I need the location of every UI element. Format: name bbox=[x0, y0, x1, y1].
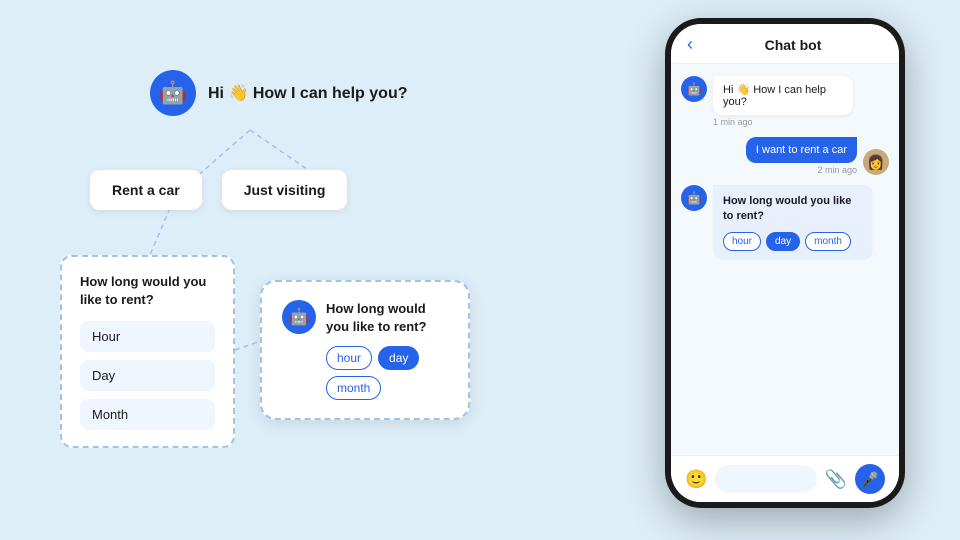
rent-option-month[interactable]: Month bbox=[80, 399, 215, 430]
emoji-button[interactable]: 🙂 bbox=[685, 469, 707, 490]
user-avatar: 👩 bbox=[863, 149, 889, 175]
diagram-area: 🤖 Hi 👋 How I can help you? Rent a car Ju… bbox=[30, 40, 460, 500]
rent-card-title: How long would you like to rent? bbox=[80, 273, 215, 309]
phone-pill-month[interactable]: month bbox=[805, 232, 851, 251]
attachment-button[interactable]: 📎 bbox=[825, 469, 847, 490]
back-button[interactable]: ‹ bbox=[687, 34, 693, 55]
greeting-bubble: 🤖 Hi 👋 How I can help you? bbox=[150, 70, 408, 116]
bot-message-1-content: Hi 👋 How I can help you? 1 min ago bbox=[713, 76, 853, 127]
rent-card: How long would you like to rent? Hour Da… bbox=[60, 255, 235, 448]
phone-pill-day[interactable]: day bbox=[766, 232, 800, 251]
greeting-text: Hi 👋 How I can help you? bbox=[208, 83, 408, 103]
phone-header: ‹ Chat bot bbox=[671, 24, 899, 64]
float-card-content: How long would you like to rent? hour da… bbox=[326, 300, 448, 400]
bot-avatar-1: 🤖 bbox=[681, 76, 707, 102]
float-pill-month[interactable]: month bbox=[326, 376, 381, 400]
user-time-1: 2 min ago bbox=[746, 165, 857, 175]
option-rent[interactable]: Rent a car bbox=[90, 170, 202, 210]
bot-icon-greeting: 🤖 bbox=[150, 70, 196, 116]
phone-messages: 🤖 Hi 👋 How I can help you? 1 min ago I w… bbox=[671, 64, 899, 455]
phone-pills-row: hour day month bbox=[723, 232, 863, 251]
bot-icon-float: 🤖 bbox=[282, 300, 316, 334]
phone-title: Chat bot bbox=[703, 37, 883, 53]
message-input[interactable] bbox=[715, 465, 816, 493]
user-message-1: I want to rent a car 2 min ago 👩 bbox=[681, 137, 889, 175]
phone-footer: 🙂 📎 🎤 bbox=[671, 455, 899, 502]
float-pill-day[interactable]: day bbox=[378, 346, 419, 370]
phone-card-title: How long would you like to rent? bbox=[723, 194, 863, 225]
bot-card-message: 🤖 How long would you like to rent? hour … bbox=[681, 185, 889, 260]
float-pill-hour[interactable]: hour bbox=[326, 346, 372, 370]
phone-inner: ‹ Chat bot 🤖 Hi 👋 How I can help you? 1 … bbox=[671, 24, 899, 502]
phone-pill-hour[interactable]: hour bbox=[723, 232, 761, 251]
user-bubble-1: I want to rent a car bbox=[746, 137, 857, 163]
float-card-title: How long would you like to rent? bbox=[326, 300, 448, 336]
bot-bubble-1: Hi 👋 How I can help you? bbox=[713, 76, 853, 115]
phone-card-body: How long would you like to rent? hour da… bbox=[713, 185, 873, 260]
rent-option-day[interactable]: Day bbox=[80, 360, 215, 391]
phone-wrapper: ‹ Chat bot 🤖 Hi 👋 How I can help you? 1 … bbox=[665, 18, 905, 508]
mic-button[interactable]: 🎤 bbox=[855, 464, 885, 494]
float-chat-card: 🤖 How long would you like to rent? hour … bbox=[260, 280, 470, 420]
mic-icon: 🎤 bbox=[861, 471, 878, 488]
rent-option-hour[interactable]: Hour bbox=[80, 321, 215, 352]
option-boxes: Rent a car Just visiting bbox=[90, 170, 347, 210]
bot-avatar-2: 🤖 bbox=[681, 185, 707, 211]
float-options-row: hour day month bbox=[326, 346, 448, 400]
bot-message-1: 🤖 Hi 👋 How I can help you? 1 min ago bbox=[681, 76, 889, 127]
phone-outer: ‹ Chat bot 🤖 Hi 👋 How I can help you? 1 … bbox=[665, 18, 905, 508]
user-message-1-content: I want to rent a car 2 min ago bbox=[746, 137, 857, 175]
option-visit[interactable]: Just visiting bbox=[222, 170, 348, 210]
bot-time-1: 1 min ago bbox=[713, 117, 853, 127]
